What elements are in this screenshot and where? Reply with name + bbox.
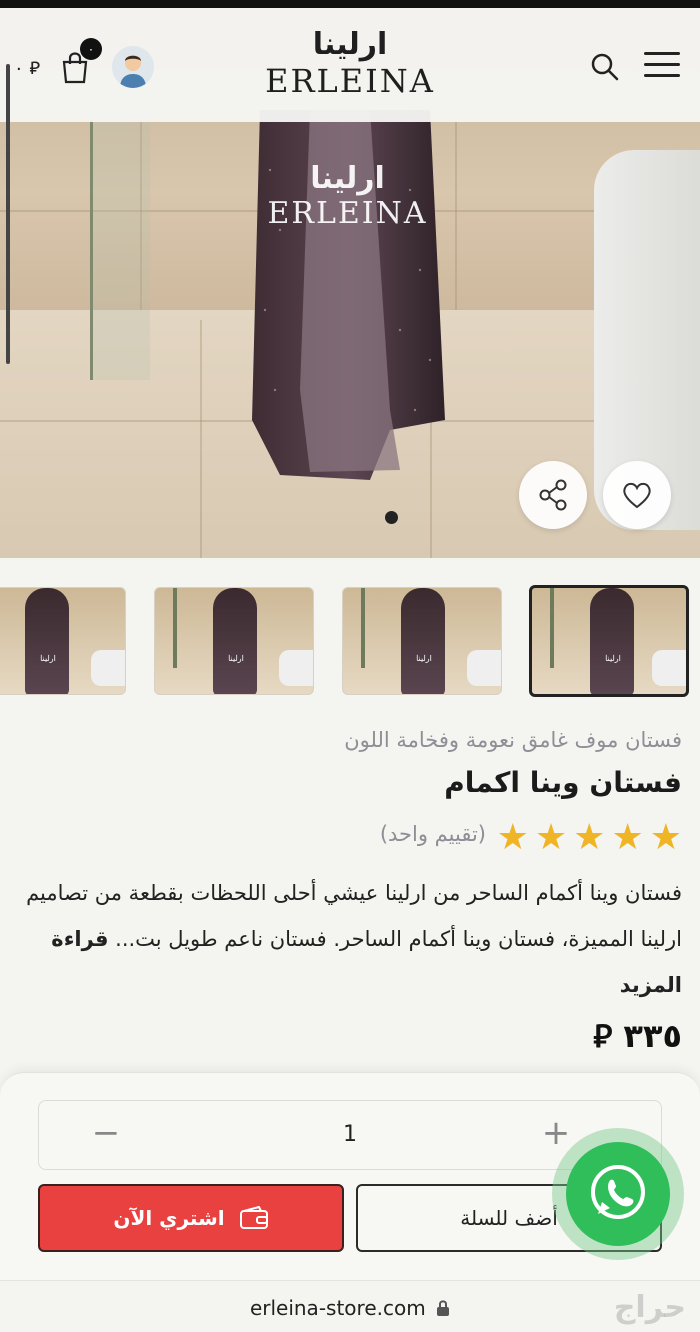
add-to-cart-label: أضف للسلة: [460, 1206, 558, 1230]
share-icon: [539, 479, 567, 511]
product-subtitle: فستان موف غامق نعومة وفخامة اللون: [344, 728, 682, 752]
star-icon: ★: [496, 817, 529, 858]
quantity-value[interactable]: 1: [320, 1122, 380, 1147]
status-strip: [0, 0, 700, 8]
star-icon: ★: [534, 817, 568, 858]
thumbnail-strip: ارلينا ارلينا ارلينا ارلينا: [0, 585, 700, 697]
search-button[interactable]: [590, 52, 620, 82]
thumbnail[interactable]: ارلينا: [342, 587, 502, 695]
lock-icon: [437, 1300, 450, 1316]
logo-ar: ارلينا: [312, 27, 388, 62]
glass-panel: [90, 120, 150, 380]
rating-count[interactable]: (تقييم واحد): [380, 822, 486, 846]
watermark-en: ERLEINA: [267, 196, 428, 231]
whatsapp-button[interactable]: [566, 1142, 670, 1246]
site-logo[interactable]: ارلينا ERLEINA: [260, 27, 440, 101]
description-text: فستان وينا أكمام الساحر من ارلينا عيشي أ…: [26, 881, 682, 951]
url-text: erleina-store.com: [249, 1296, 426, 1320]
buy-now-label: اشتري الآن: [113, 1206, 225, 1230]
wallet-icon: [239, 1206, 268, 1229]
cart-total: ٠ ⃁: [14, 58, 41, 79]
thumbnail-label: ارلينا: [416, 654, 432, 663]
menu-button[interactable]: [644, 50, 680, 80]
page-scrollbar[interactable]: [6, 64, 10, 364]
star-icon: ★: [611, 817, 644, 858]
thumbnail[interactable]: ارلينا: [154, 587, 314, 695]
product-price: ٣٣٥ ⃁: [593, 1017, 682, 1055]
wishlist-button[interactable]: [603, 461, 671, 529]
search-icon: [591, 53, 619, 81]
thumbnail-label: ارلينا: [40, 654, 56, 663]
product-description: فستان وينا أكمام الساحر من ارلينا عيشي أ…: [12, 870, 682, 1008]
rating-stars: ★ ★ ★ ★ ★: [497, 818, 682, 858]
thumbnail-active[interactable]: ارلينا: [529, 585, 689, 697]
haraj-watermark: حراج: [613, 1290, 686, 1325]
product-title: فستان وينا اكمام: [444, 766, 682, 799]
avatar-icon: [112, 46, 154, 88]
menu-icon: [644, 52, 680, 55]
thumbnail-label: ارلينا: [228, 654, 244, 663]
site-header: ارلينا ERLEINA ٠ ٠ ⃁: [0, 0, 700, 122]
buy-now-button[interactable]: اشتري الآن: [38, 1184, 344, 1252]
browser-url[interactable]: erleina-store.com: [0, 1296, 700, 1320]
thumbnail[interactable]: ارلينا: [0, 587, 126, 695]
account-button[interactable]: [112, 46, 154, 88]
image-watermark: ارلينا ERLEINA: [255, 161, 440, 232]
slider-dot-active[interactable]: [385, 511, 398, 524]
star-icon: ★: [649, 817, 682, 858]
logo-en: ERLEINA: [265, 62, 435, 100]
heart-icon: [623, 482, 651, 509]
whatsapp-icon: [591, 1165, 645, 1219]
cart-count-badge: ٠: [80, 38, 102, 60]
watermark-ar: ارلينا: [310, 161, 385, 196]
quantity-decrease-button[interactable]: −: [86, 1116, 126, 1152]
share-button[interactable]: [519, 461, 587, 529]
thumbnail-label: ارلينا: [605, 654, 621, 663]
star-icon: ★: [573, 817, 606, 858]
